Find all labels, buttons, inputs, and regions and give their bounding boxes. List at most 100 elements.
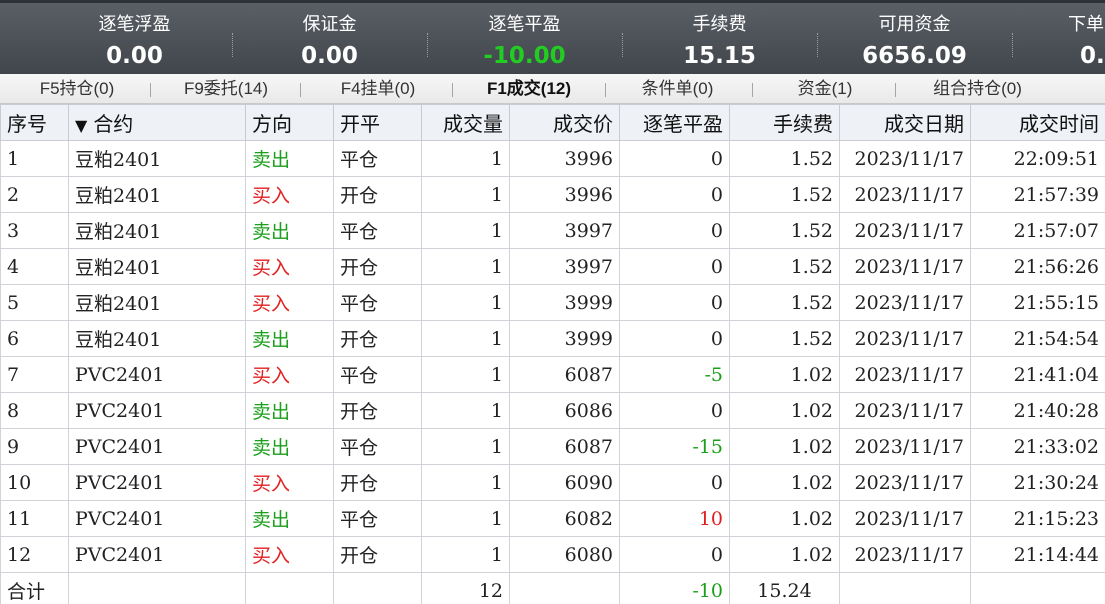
tab-conditional-orders[interactable]: 条件单(0)	[625, 74, 730, 104]
tab-divider	[895, 83, 896, 97]
cell-seq: 5	[0, 284, 69, 321]
cell-price: 3997	[509, 248, 620, 285]
cell-seq: 1	[0, 140, 69, 177]
col-header-closed-pnl[interactable]: 逐笔平盈	[619, 104, 730, 141]
cell-direction: 买入	[245, 284, 334, 321]
cell-seq: 7	[0, 356, 69, 393]
cell-closed-pnl: -15	[619, 428, 730, 465]
cell-trade-date: 2023/11/17	[839, 464, 971, 501]
cell-trade-date: 2023/11/17	[839, 212, 971, 249]
cell-closed-pnl: 0	[619, 536, 730, 573]
summary-value: 0.00	[106, 43, 163, 69]
cell-price: 6086	[509, 392, 620, 429]
cell-contract: PVC2401	[68, 392, 246, 429]
cell-open-close: 开仓	[333, 536, 422, 573]
table-row[interactable]: 9 PVC2401 卖出 平仓 1 6087 -15 1.02 2023/11/17 21:33:…	[0, 428, 1105, 465]
table-row[interactable]: 1 豆粕2401 卖出 平仓 1 3996 0 1.52 2023/11/17 22:09:51	[0, 140, 1105, 177]
cell-seq: 8	[0, 392, 69, 429]
cell-price: 6087	[509, 428, 620, 465]
cell-trade-date: 2023/11/17	[839, 248, 971, 285]
cell-trade-date: 2023/11/17	[839, 356, 971, 393]
filter-icon[interactable]: ▼	[75, 116, 87, 135]
table-row[interactable]: 7 PVC2401 买入 平仓 1 6087 -5 1.02 2023/11/17 21:41:0…	[0, 356, 1105, 393]
cell-direction: 卖出	[245, 392, 334, 429]
tab-divider	[605, 83, 606, 97]
table-row[interactable]: 4 豆粕2401 买入 开仓 1 3997 0 1.52 2023/11/17 21:56:26	[0, 248, 1105, 285]
account-summary-bar: 逐笔浮盈 0.00 保证金 0.00 逐笔平盈 -10.00 手续费 15.15…	[0, 0, 1105, 74]
cell-fee: 1.02	[729, 428, 840, 465]
cell-trade-time: 21:40:28	[970, 392, 1105, 429]
cell-volume: 1	[421, 500, 510, 537]
cell-closed-pnl: -5	[619, 356, 730, 393]
summary-label: 手续费	[692, 14, 747, 34]
col-header-open-close[interactable]: 开平	[333, 104, 422, 141]
col-header-direction[interactable]: 方向	[245, 104, 334, 141]
col-header-volume[interactable]: 成交量	[421, 104, 510, 141]
cell-volume: 1	[421, 536, 510, 573]
col-header-trade-date[interactable]: 成交日期	[839, 104, 971, 141]
summary-closed-pnl: 逐笔平盈 -10.00	[427, 3, 622, 74]
cell-price: 3999	[509, 320, 620, 357]
cell-seq: 3	[0, 212, 69, 249]
cell-open-close: 平仓	[333, 284, 422, 321]
table-row[interactable]: 5 豆粕2401 买入 平仓 1 3999 0 1.52 2023/11/17 21:55:15	[0, 284, 1105, 321]
col-header-seq[interactable]: 序号	[0, 104, 69, 141]
table-row[interactable]: 8 PVC2401 卖出 开仓 1 6086 0 1.02 2023/11/17 21:40:28	[0, 392, 1105, 429]
cell-trade-time: 21:33:02	[970, 428, 1105, 465]
cell-trade-date: 2023/11/17	[839, 536, 971, 573]
cell-trade-time: 21:15:23	[970, 500, 1105, 537]
cell-volume: 1	[421, 284, 510, 321]
col-header-price[interactable]: 成交价	[509, 104, 620, 141]
table-header-row: 序号 ▼ 合约 方向 开平 成交量 成交价 逐笔平盈 手续费 成交日期 成交时间	[0, 104, 1105, 141]
cell-direction: 买入	[245, 356, 334, 393]
cell-direction: 卖出	[245, 500, 334, 537]
tab-divider	[452, 83, 453, 97]
tab-funds[interactable]: 资金(1)	[775, 74, 875, 104]
table-row[interactable]: 2 豆粕2401 买入 开仓 1 3996 0 1.52 2023/11/17 21:57:39	[0, 176, 1105, 213]
col-header-fee[interactable]: 手续费	[729, 104, 840, 141]
table-cell	[68, 572, 246, 604]
table-row[interactable]: 10 PVC2401 买入 开仓 1 6090 0 1.02 2023/11/17 21:30:2…	[0, 464, 1105, 501]
tab-combo-positions[interactable]: 组合持仓(0)	[915, 74, 1040, 104]
summary-value: -10.00	[483, 43, 566, 69]
tab-trades[interactable]: F1成交(12)	[470, 74, 588, 104]
cell-fee: 1.02	[729, 536, 840, 573]
table-cell	[333, 572, 422, 604]
trades-table: 序号 ▼ 合约 方向 开平 成交量 成交价 逐笔平盈 手续费 成交日期 成交时间 …	[0, 104, 1105, 604]
cell-fee: 1.02	[729, 464, 840, 501]
cell-volume: 1	[421, 320, 510, 357]
table-row[interactable]: 12 PVC2401 买入 开仓 1 6080 0 1.02 2023/11/17 21:14:4…	[0, 536, 1105, 573]
cell-contract: 豆粕2401	[68, 248, 246, 285]
tab-orders[interactable]: F9委托(14)	[170, 74, 282, 104]
cell-open-close: 平仓	[333, 500, 422, 537]
cell-contract: PVC2401	[68, 500, 246, 537]
summary-label: 可用资金	[878, 14, 951, 34]
tab-pending-orders[interactable]: F4挂单(0)	[322, 74, 434, 104]
table-cell	[970, 572, 1105, 604]
cell-contract: 豆粕2401	[68, 140, 246, 177]
col-header-contract[interactable]: ▼ 合约	[68, 104, 246, 141]
tab-divider	[752, 83, 753, 97]
cell-contract: PVC2401	[68, 356, 246, 393]
tab-positions[interactable]: F5持仓(0)	[22, 74, 132, 104]
summary-label: 逐笔平盈	[488, 14, 561, 34]
cell-trade-date: 2023/11/17	[839, 392, 971, 429]
cell-trade-date: 2023/11/17	[839, 176, 971, 213]
cell-volume: 1	[421, 356, 510, 393]
table-cell	[839, 572, 971, 604]
cell-fee: 1.52	[729, 248, 840, 285]
table-row[interactable]: 11 PVC2401 卖出 平仓 1 6082 10 1.02 2023/11/17 21:15:…	[0, 500, 1105, 537]
cell-volume: 1	[421, 428, 510, 465]
cell-trade-time: 21:56:26	[970, 248, 1105, 285]
cell-trade-date: 2023/11/17	[839, 320, 971, 357]
cell-contract: 豆粕2401	[68, 284, 246, 321]
summary-available-funds: 可用资金 6656.09	[817, 3, 1012, 74]
col-header-trade-time[interactable]: 成交时间	[970, 104, 1105, 141]
table-row[interactable]: 3 豆粕2401 卖出 平仓 1 3997 0 1.52 2023/11/17 21:57:07	[0, 212, 1105, 249]
cell-contract: 豆粕2401	[68, 176, 246, 213]
table-row[interactable]: 6 豆粕2401 卖出 开仓 1 3999 0 1.52 2023/11/17 21:54:54	[0, 320, 1105, 357]
summary-label: 下单	[1068, 14, 1104, 34]
cell-price: 6080	[509, 536, 620, 573]
cell-trade-date: 2023/11/17	[839, 140, 971, 177]
summary-order: 下单 0.	[1012, 3, 1105, 74]
